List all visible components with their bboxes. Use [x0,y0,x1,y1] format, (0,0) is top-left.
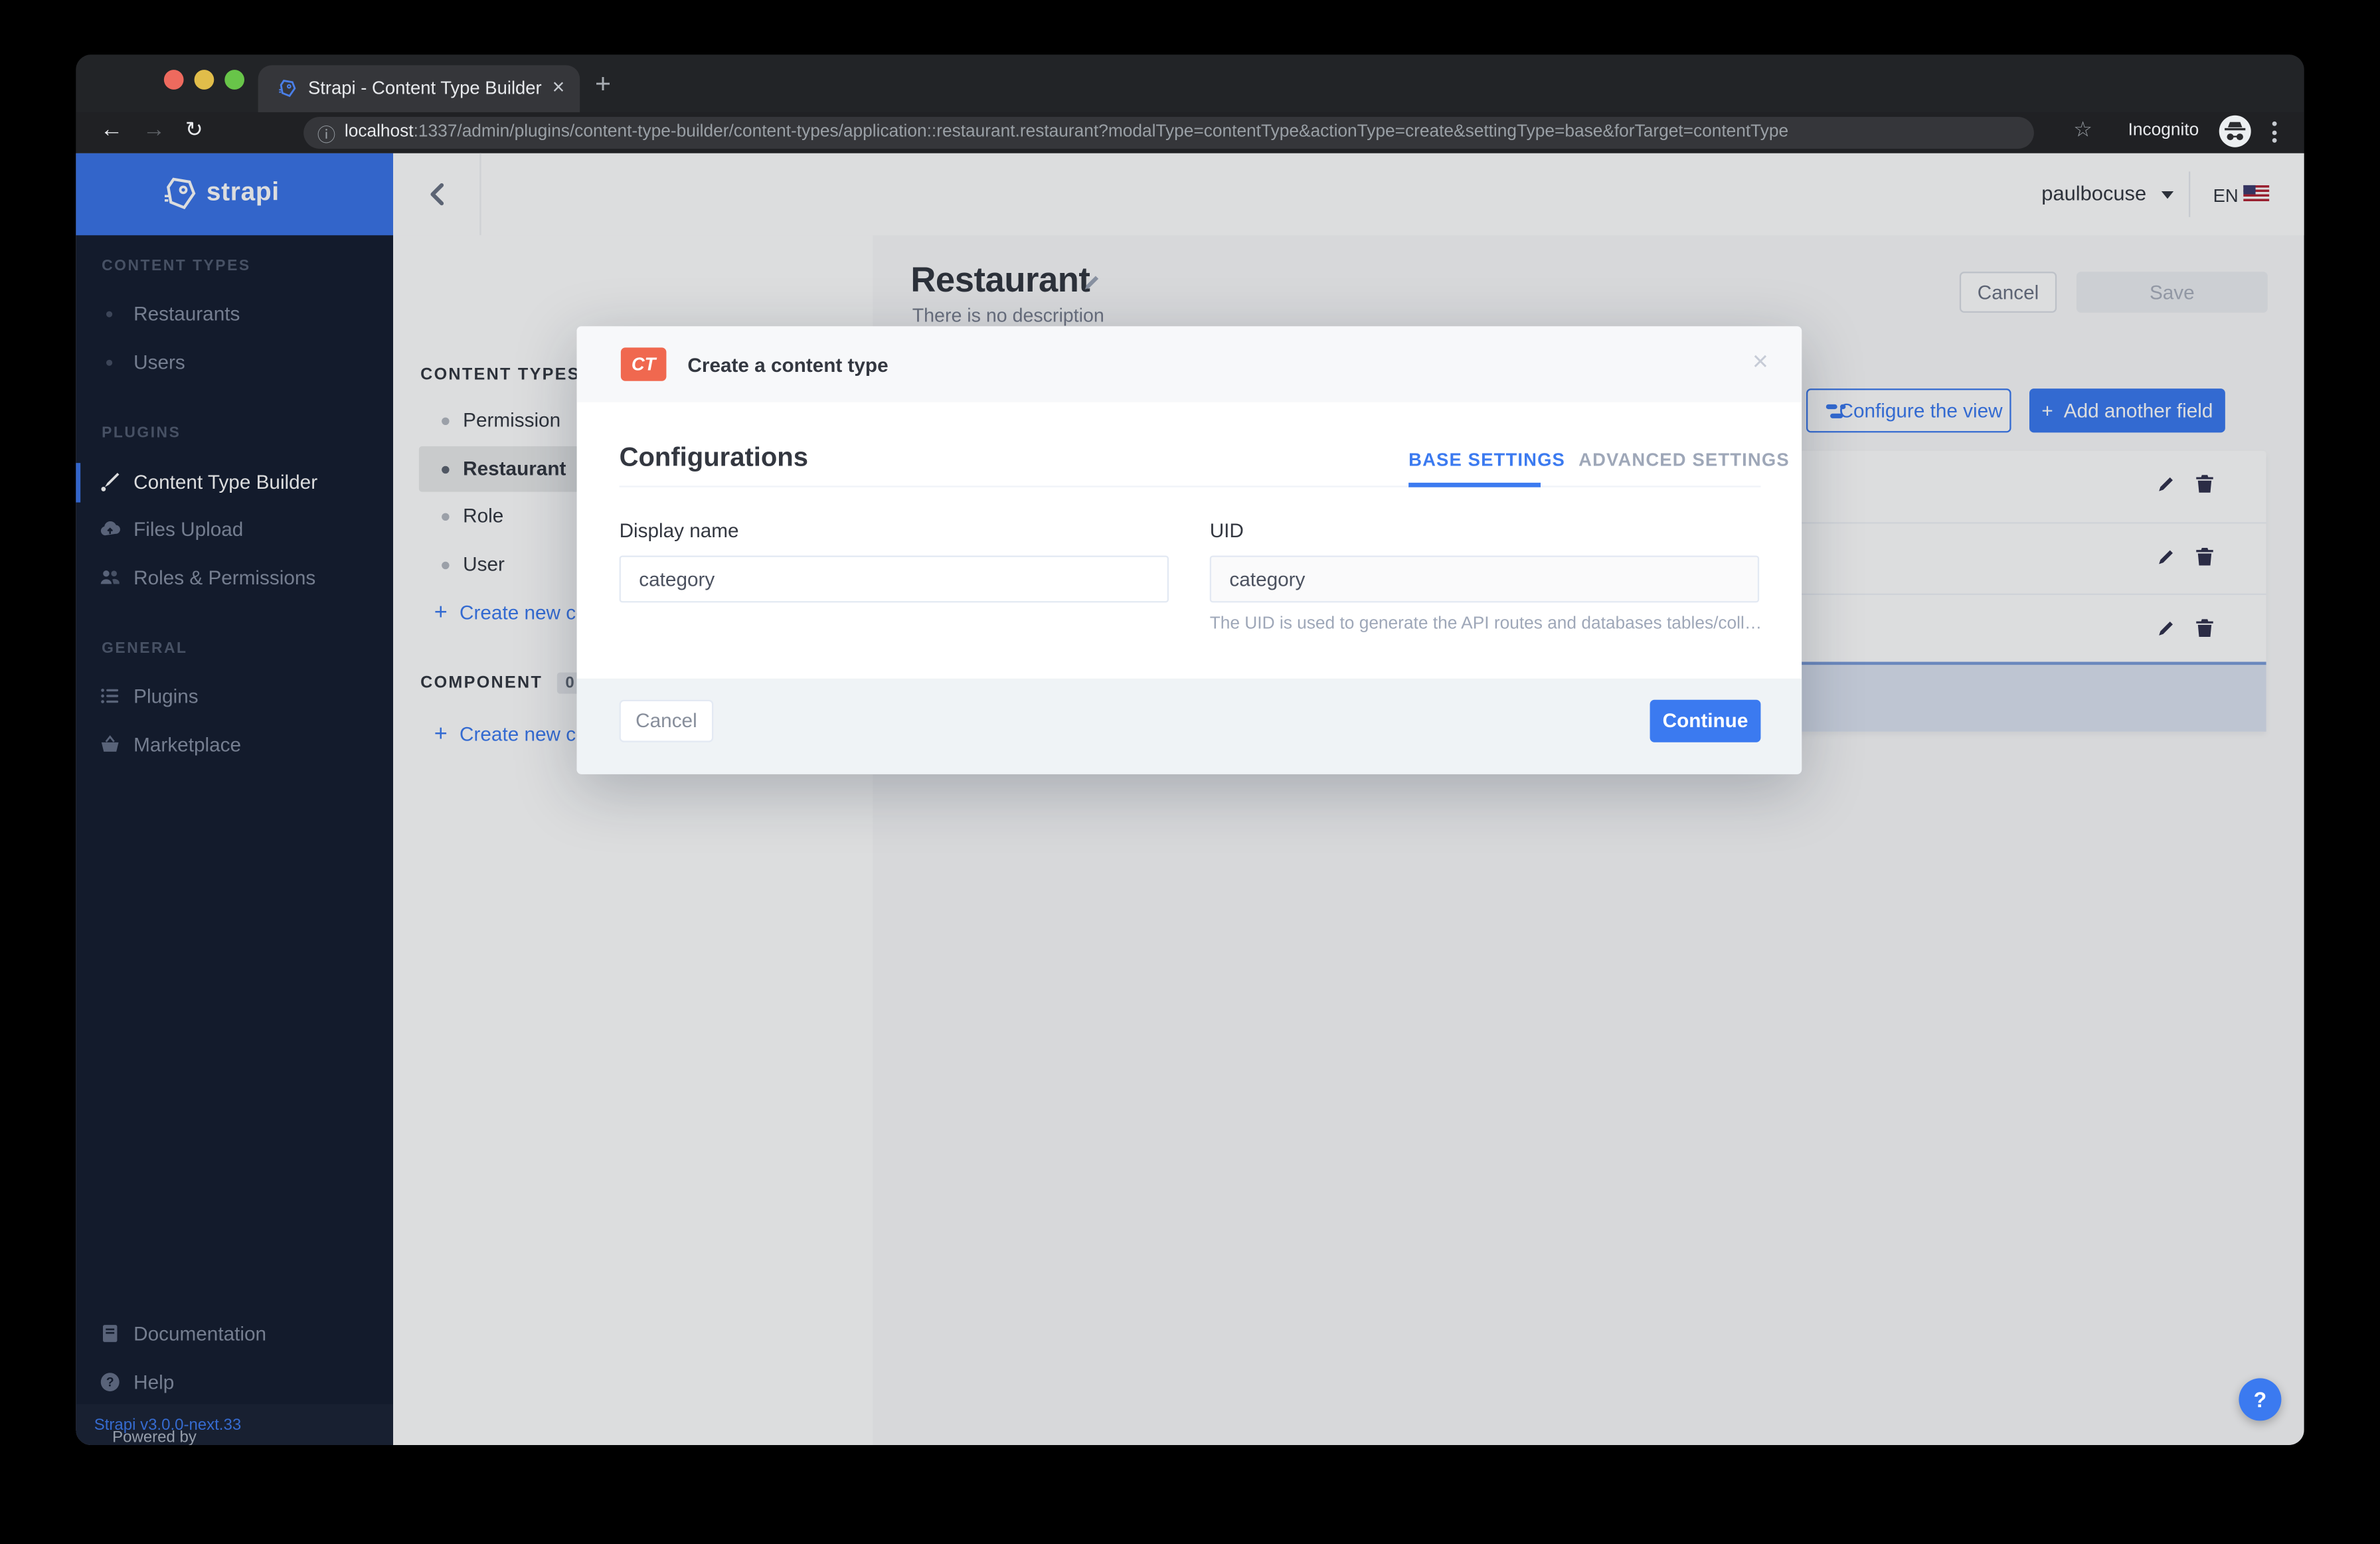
divider [619,485,1761,487]
url-bar[interactable]: ⓘ localhost:1337/admin/plugins/content-t… [303,117,2034,149]
display-name-input[interactable] [619,555,1169,603]
modal-header: CT Create a content type × [576,326,1802,402]
strapi-admin-app: strapi CONTENT TYPES Restaurants Users P… [76,153,2304,1445]
uid-label: UID [1209,519,1244,543]
incognito-badge-icon [2219,115,2251,147]
traffic-close-button[interactable] [163,70,184,90]
new-tab-button[interactable]: + [595,68,611,99]
browser-toolbar: ← → ↻ ⓘ localhost:1337/admin/plugins/con… [76,112,2304,153]
traffic-maximize-button[interactable] [224,70,245,90]
modal-cancel-button[interactable]: Cancel [619,699,714,742]
uid-hint-text: The UID is used to generate the API rout… [1209,614,1766,634]
uid-input[interactable] [1209,555,1760,603]
incognito-label: Incognito [2128,121,2199,140]
content-type-badge: CT [620,347,667,381]
browser-window: Strapi - Content Type Builder × + ← → ↻ … [76,54,2304,1446]
modal-footer [576,678,1802,774]
browser-menu-icon[interactable] [2272,121,2277,143]
bookmark-star-icon[interactable]: ☆ [2073,117,2092,143]
modal-section-title: Configurations [619,442,808,472]
url-path: :1337/admin/plugins/content-type-builder… [413,123,1789,141]
site-info-icon[interactable]: ⓘ [317,122,335,147]
traffic-minimize-button[interactable] [194,70,214,90]
close-icon[interactable]: × [1752,346,1768,378]
tab-close-icon[interactable]: × [552,74,565,99]
forward-icon[interactable]: → [143,117,165,143]
create-content-type-modal: CT Create a content type × Configuration… [576,326,1802,774]
url-text: localhost:1337/admin/plugins/content-typ… [345,123,2014,141]
browser-tabstrip: Strapi - Content Type Builder × + [76,54,2304,113]
active-tab-underline [1408,482,1541,487]
tab-base-settings[interactable]: BASE SETTINGS [1408,450,1565,471]
screenshot-stage: Strapi - Content Type Builder × + ← → ↻ … [0,0,2380,1544]
back-icon[interactable]: ← [100,117,123,143]
modal-continue-button[interactable]: Continue [1650,699,1761,742]
modal-title: Create a content type [687,353,889,377]
strapi-favicon [279,80,296,98]
url-host: localhost [344,123,414,141]
browser-tab-strapi[interactable]: Strapi - Content Type Builder × [258,65,580,113]
tab-advanced-settings[interactable]: ADVANCED SETTINGS [1578,450,1790,471]
display-name-label: Display name [619,519,739,543]
reload-icon[interactable]: ↻ [185,117,203,143]
help-fab-button[interactable]: ? [2239,1378,2282,1421]
tab-title: Strapi - Content Type Builder [308,77,542,99]
